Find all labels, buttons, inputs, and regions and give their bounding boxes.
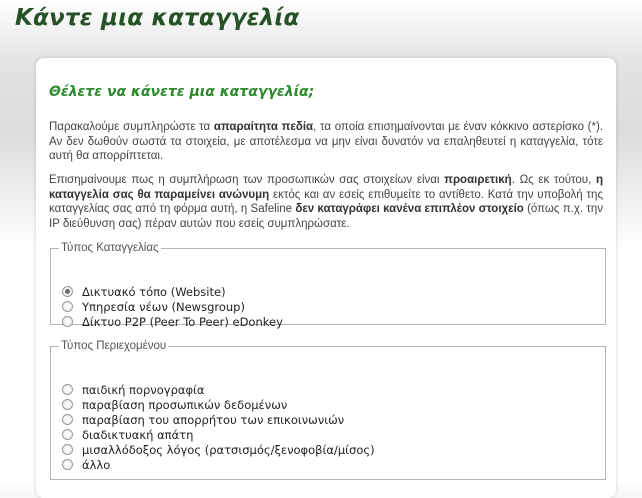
option-label: μισαλλόδοξος λόγος (ρατσισμός/ξενοφοβία/… (82, 442, 375, 457)
option-label: παραβίαση του απορρήτου των επικοινωνιών (82, 412, 345, 427)
content-type-options: παιδική πορνογραφία παραβίαση προσωπικών… (62, 382, 375, 472)
privacy-paragraph: Επισημαίνουμε πως η συμπλήρωση των προσω… (49, 173, 603, 231)
privacy-text-2: . Ως εκ τούτου, (511, 174, 596, 186)
radio-button[interactable] (62, 286, 73, 297)
intro-text-1: Παρακαλούμε συμπληρώστε τα (49, 121, 214, 133)
intro-required-fields: απαραίτητα πεδία (213, 121, 314, 133)
option-label: παιδική πορνογραφία (82, 382, 205, 397)
report-type-option-p2p[interactable]: Δίκτυο P2P (Peer To Peer) eDonkey (62, 314, 283, 329)
content-type-option-other[interactable]: άλλο (62, 457, 375, 472)
content-type-option-child-pornography[interactable]: παιδική πορνογραφία (62, 382, 375, 397)
report-type-option-website[interactable]: Δικτυακό τόπο (Website) (62, 284, 283, 299)
radio-button[interactable] (62, 399, 73, 410)
radio-button[interactable] (62, 459, 73, 470)
intro-paragraph: Παρακαλούμε συμπληρώστε τα απαραίτητα πε… (49, 120, 603, 164)
report-type-legend: Τύπος Καταγγελίας (61, 242, 159, 254)
option-label: παραβίαση προσωπικών δεδομένων (82, 397, 288, 412)
content-type-fieldset: Τύπος Περιεχομένου παιδική πορνογραφία π… (50, 340, 606, 480)
report-type-option-newsgroup[interactable]: Υπηρεσία νέων (Newsgroup) (62, 299, 283, 314)
privacy-no-extra-data: δεν καταγράφει κανένα επιπλέον στοιχείο (295, 203, 524, 215)
option-label: Δικτυακό τόπο (Website) (82, 284, 226, 299)
complaint-form-card: Θέλετε να κάνετε μια καταγγελία; Παρακαλ… (36, 58, 616, 498)
radio-button[interactable] (62, 429, 73, 440)
content-type-option-personal-data[interactable]: παραβίαση προσωπικών δεδομένων (62, 397, 375, 412)
radio-button[interactable] (62, 384, 73, 395)
option-label: διαδικτυακή απάτη (82, 427, 194, 442)
report-type-options: Δικτυακό τόπο (Website) Υπηρεσία νέων (N… (62, 284, 283, 329)
content-type-option-communications-privacy[interactable]: παραβίαση του απορρήτου των επικοινωνιών (62, 412, 375, 427)
option-label: Δίκτυο P2P (Peer To Peer) eDonkey (82, 314, 283, 329)
radio-button[interactable] (62, 444, 73, 455)
privacy-text-1: Επισημαίνουμε πως η συμπλήρωση των προσω… (49, 174, 445, 186)
option-label: άλλο (82, 457, 111, 472)
radio-button[interactable] (62, 301, 73, 312)
content-type-legend: Τύπος Περιεχομένου (61, 340, 167, 352)
radio-button[interactable] (62, 414, 73, 425)
form-heading: Θέλετε να κάνετε μια καταγγελία; (49, 84, 315, 100)
radio-button[interactable] (62, 316, 73, 327)
content-type-option-hate-speech[interactable]: μισαλλόδοξος λόγος (ρατσισμός/ξενοφοβία/… (62, 442, 375, 457)
page-title: Κάντε μια καταγγελία (15, 5, 300, 31)
option-label: Υπηρεσία νέων (Newsgroup) (82, 299, 245, 314)
report-type-fieldset: Τύπος Καταγγελίας Δικτυακό τόπο (Website… (50, 242, 606, 329)
content-type-option-online-fraud[interactable]: διαδικτυακή απάτη (62, 427, 375, 442)
privacy-optional: προαιρετική (444, 174, 512, 186)
